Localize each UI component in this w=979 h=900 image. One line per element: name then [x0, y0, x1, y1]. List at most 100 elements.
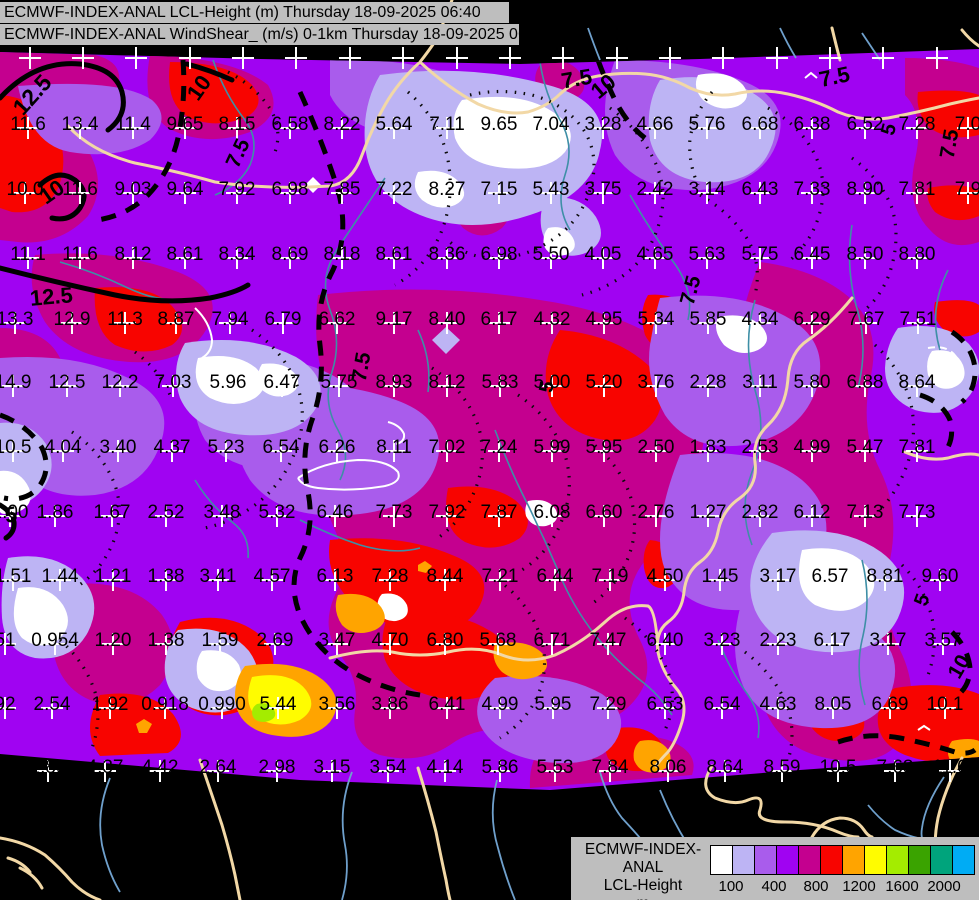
grid-value: 92	[0, 694, 16, 715]
grid-value: 5.86	[482, 757, 519, 778]
legend-swatch	[798, 845, 821, 875]
grid-value: 8.93	[376, 372, 413, 393]
grid-value: 5.63	[689, 244, 726, 265]
grid-value: 8.44	[427, 566, 464, 587]
grid-value: 8.12	[115, 244, 152, 265]
grid-value: 8.87	[158, 309, 195, 330]
grid-value: 9.60	[922, 566, 959, 587]
grid-value: 3.17	[760, 566, 797, 587]
grid-value: 7.94	[212, 309, 249, 330]
grid-value: 7.29	[590, 694, 627, 715]
grid-value: 8.36	[429, 244, 466, 265]
legend-swatch	[820, 845, 843, 875]
grid-value: 1.86	[37, 502, 74, 523]
grid-value: 8.27	[429, 179, 466, 200]
legend-swatch	[864, 845, 887, 875]
grid-value: 7.22	[376, 179, 413, 200]
grid-value: 7.15	[481, 179, 518, 200]
grid-value: 7.63	[877, 757, 914, 778]
grid-value: 10.1	[927, 694, 964, 715]
grid-value: 6.58	[272, 114, 309, 135]
grid-value: 2.64	[200, 757, 237, 778]
grid-value: 1.38	[148, 630, 185, 651]
grid-value: 8.64	[899, 372, 936, 393]
grid-value: 8.81	[867, 566, 904, 587]
grid-value: 8.61	[167, 244, 204, 265]
grid-value: 8.11	[376, 437, 412, 458]
legend-tick-label: 100	[718, 878, 744, 895]
grid-value: 4.42	[142, 757, 179, 778]
grid-value: 7.47	[590, 630, 627, 651]
grid-value: 8.06	[650, 757, 687, 778]
grid-value: 6.68	[742, 114, 779, 135]
grid-value: 1.44	[42, 566, 79, 587]
grid-value: 0.954	[31, 630, 79, 651]
grid-value: 3.23	[704, 630, 741, 651]
grid-value: 7.13	[847, 502, 884, 523]
grid-value: 3.28	[585, 114, 622, 135]
grid-value: 6.54	[263, 437, 300, 458]
grid-value: 4.70	[372, 630, 409, 651]
grid-value: 2.89	[30, 757, 67, 778]
grid-value: 11.6	[62, 179, 98, 200]
grid-value: 2.54	[34, 694, 71, 715]
grid-value: 1.51	[0, 566, 31, 587]
grid-value: 7.02	[429, 437, 466, 458]
grid-value: 11.0	[932, 757, 968, 778]
grid-value: 5.34	[638, 309, 675, 330]
grid-value: 8.50	[847, 244, 884, 265]
grid-value: 4.37	[87, 757, 124, 778]
grid-value: 12.9	[54, 309, 91, 330]
grid-value: 6.26	[319, 437, 356, 458]
legend-tick-label: 1600	[885, 878, 919, 895]
contour-label: 12.5	[29, 282, 74, 311]
grid-value: 7.92	[219, 179, 256, 200]
grid-value: 8.12	[429, 372, 466, 393]
grid-value: 7.84	[592, 757, 629, 778]
grid-value: 8.61	[376, 244, 413, 265]
grid-value: 3.48	[204, 502, 241, 523]
grid-value: 11.3	[107, 309, 143, 330]
grid-value: 8.34	[219, 244, 256, 265]
legend-swatch	[842, 845, 865, 875]
grid-value: 8.59	[764, 757, 801, 778]
grid-value: 7.9	[955, 179, 979, 200]
grid-value: 7.11	[429, 114, 465, 135]
grid-value: 5.44	[260, 694, 297, 715]
legend-swatch	[930, 845, 953, 875]
legend-tick-labels: 100 400 800 1200 1600 2000	[571, 878, 979, 898]
grid-value: 5.32	[259, 502, 296, 523]
grid-value: 8.64	[707, 757, 744, 778]
grid-value: 14.9	[0, 372, 31, 393]
grid-value: 4.14	[427, 757, 464, 778]
legend-colorbar	[710, 845, 975, 875]
grid-value: 6.45	[794, 244, 831, 265]
grid-value: 0.918	[141, 694, 189, 715]
grid-value: 2.53	[742, 437, 779, 458]
grid-value: 7.28	[899, 114, 936, 135]
grid-value: 5.76	[689, 114, 726, 135]
grid-value: 6.43	[742, 179, 779, 200]
grid-value: 3.56	[319, 694, 356, 715]
grid-value: 10.5	[820, 757, 857, 778]
grid-value: 4.05	[585, 244, 622, 265]
title-bar-wind-shear: ECMWF-INDEX-ANAL WindShear_ (m/s) 0-1km …	[0, 24, 549, 45]
legend-tick-label: 2000	[927, 878, 961, 895]
grid-value: 7.33	[794, 179, 831, 200]
map-canvas: 11.6 13.4 11.4 9.65 8.15 6.58 8.22 5.64 7.11 9.65…	[0, 0, 979, 900]
grid-value: 8.80	[899, 244, 936, 265]
grid-value: 5.83	[482, 372, 519, 393]
grid-value: 5.43	[533, 179, 570, 200]
grid-value: 6.46	[317, 502, 354, 523]
grid-value: 51	[0, 630, 16, 651]
grid-value: 9.17	[376, 309, 413, 330]
grid-value: 6.98	[272, 179, 309, 200]
grid-value: 3.41	[200, 566, 237, 587]
grid-value: 3.17	[870, 630, 907, 651]
grid-value: 0.990	[198, 694, 246, 715]
grid-value: 2.50	[638, 437, 675, 458]
legend-tick-label: 400	[761, 878, 787, 895]
grid-value: 6.17	[481, 309, 518, 330]
grid-value: 12.5	[49, 372, 86, 393]
grid-value: 6.47	[264, 372, 301, 393]
